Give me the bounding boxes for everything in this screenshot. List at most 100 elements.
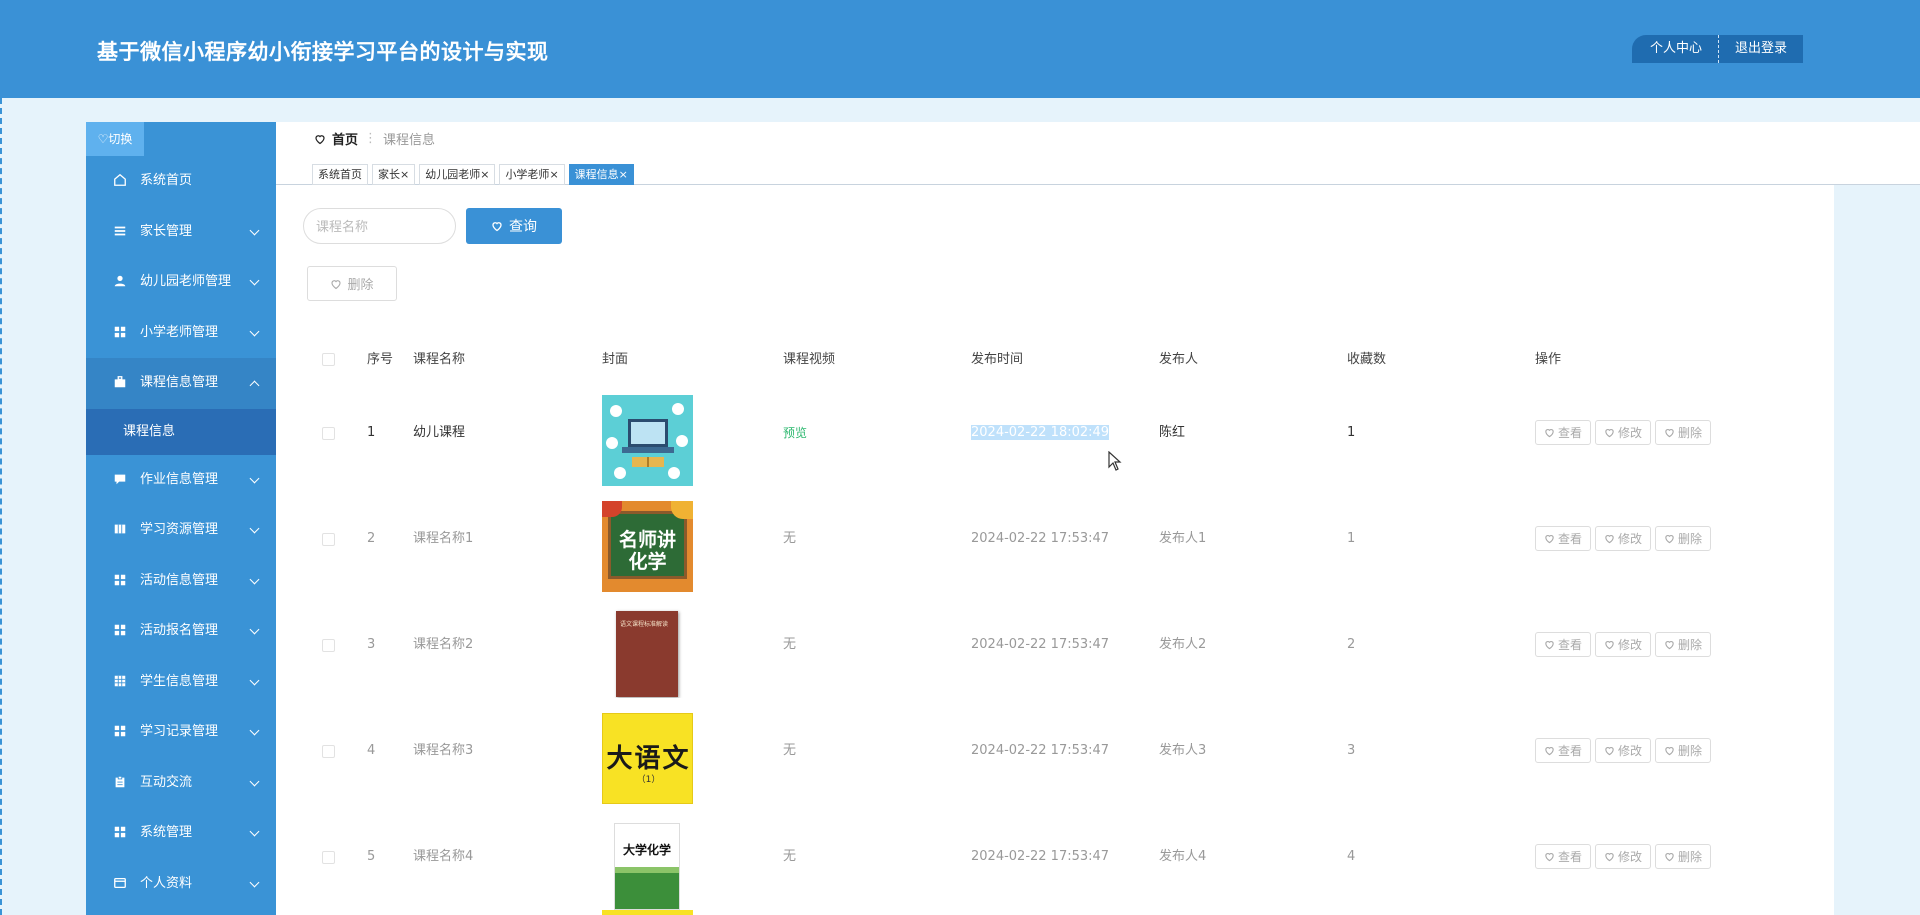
sidebar-item-label: 课程信息管理 xyxy=(140,375,219,390)
close-icon[interactable]: × xyxy=(619,168,628,181)
sidebar-item[interactable]: 活动信息管理 xyxy=(86,556,276,607)
row-checkbox[interactable] xyxy=(322,427,335,440)
chevron-down-icon xyxy=(249,574,260,584)
cover-image-partial xyxy=(602,910,693,915)
sidebar-item[interactable]: 幼儿园老师管理 xyxy=(86,257,276,308)
chevron-down-icon xyxy=(249,523,260,534)
row-checkbox[interactable] xyxy=(322,851,335,864)
delete-button[interactable]: 删除 xyxy=(1655,632,1711,657)
batch-delete-button[interactable]: 删除 xyxy=(307,266,397,301)
grid-icon xyxy=(113,724,127,738)
sidebar-subitem-course-info[interactable]: 课程信息 xyxy=(86,408,276,455)
sidebar-toggle-button[interactable]: ♡切换 xyxy=(86,122,144,156)
user-icon xyxy=(113,274,127,288)
breadcrumb-current: 课程信息 xyxy=(383,133,436,148)
chevron-down-icon xyxy=(249,473,260,483)
cover-image: 大语文 （1） xyxy=(602,713,693,804)
sidebar-item[interactable]: 小学老师管理 xyxy=(86,308,276,359)
tab[interactable]: 小学老师× xyxy=(499,164,565,185)
view-button[interactable]: 查看 xyxy=(1535,526,1591,551)
delete-button[interactable]: 删除 xyxy=(1655,420,1711,445)
sidebar-item[interactable]: 系统首页 xyxy=(86,156,276,207)
row-checkbox[interactable] xyxy=(322,533,335,546)
chevron-down-icon xyxy=(249,675,260,685)
sidebar-item[interactable]: 系统管理 xyxy=(86,808,276,859)
heart-icon xyxy=(1605,746,1614,756)
breadcrumb-bar: 首页 ⋮ 课程信息 系统首页 家长× 幼儿园老师× 小学老师× 课程信息× xyxy=(276,122,1920,185)
edit-button[interactable]: 修改 xyxy=(1595,526,1651,551)
delete-button[interactable]: 删除 xyxy=(1655,844,1711,869)
breadcrumb-home[interactable]: 首页 xyxy=(332,129,358,148)
course-name-search-input[interactable] xyxy=(303,208,456,244)
cell-favorites: 3 xyxy=(1347,743,1356,758)
logout-button[interactable]: 退出登录 xyxy=(1719,35,1804,63)
delete-button[interactable]: 删除 xyxy=(1655,738,1711,763)
view-button-label: 查看 xyxy=(1557,850,1582,864)
tab[interactable]: 家长× xyxy=(372,164,416,185)
list-icon xyxy=(113,224,127,238)
chevron-down-icon xyxy=(249,725,260,736)
edit-button-label: 修改 xyxy=(1617,850,1642,864)
tab-label: 小学老师 xyxy=(505,168,550,181)
view-button[interactable]: 查看 xyxy=(1535,632,1591,657)
cell-cover: 大语文 （1） xyxy=(602,713,693,804)
cell-publish-time: 2024-02-22 17:53:47 xyxy=(971,531,1110,546)
sidebar-item[interactable]: 学习记录管理 xyxy=(86,707,276,758)
chevron-down-icon xyxy=(249,877,260,887)
row-actions: 查看 修改 删除 xyxy=(1535,844,1711,869)
close-icon[interactable]: × xyxy=(480,168,489,181)
delete-button[interactable]: 删除 xyxy=(1655,526,1711,551)
app-title: 基于微信小程序幼小衔接学习平台的设计与实现 xyxy=(97,40,549,64)
close-icon[interactable]: × xyxy=(549,168,558,181)
cell-publish-time: 2024-02-22 17:53:47 xyxy=(971,637,1110,652)
table-row: 5 课程名称4 无 2024-02-22 17:53:47 发布人4 4 大学化学 查看 修改 删… xyxy=(276,804,1834,910)
sidebar-item[interactable]: 互动交流 xyxy=(86,758,276,809)
delete-button-label: 删除 xyxy=(1677,850,1702,864)
sidebar-item-label: 活动信息管理 xyxy=(140,572,219,588)
delete-button-label: 删除 xyxy=(1677,744,1702,758)
row-actions: 查看 修改 删除 xyxy=(1535,738,1711,763)
column-header: 发布人 xyxy=(1159,352,1199,367)
tab[interactable]: 系统首页 xyxy=(312,164,368,185)
select-all-checkbox[interactable] xyxy=(322,353,335,366)
heart-icon xyxy=(1545,746,1554,756)
sidebar-item-label: 小学老师管理 xyxy=(140,324,219,340)
tab[interactable]: 课程信息× xyxy=(568,164,634,185)
table-row: 3 课程名称2 无 2024-02-22 17:53:47 发布人2 2 语文课程标准解读查… xyxy=(276,592,1834,698)
sidebar-item[interactable]: 个人资料 xyxy=(86,859,276,910)
edit-button[interactable]: 修改 xyxy=(1595,738,1651,763)
view-button[interactable]: 查看 xyxy=(1535,738,1591,763)
row-checkbox[interactable] xyxy=(322,745,335,758)
sidebar-item[interactable]: 学习资源管理 xyxy=(86,505,276,556)
heart-icon xyxy=(1605,852,1614,862)
edit-button[interactable]: 修改 xyxy=(1595,632,1651,657)
sidebar-item[interactable]: 学生信息管理 xyxy=(86,657,276,708)
profile-center-button[interactable]: 个人中心 xyxy=(1632,35,1720,63)
row-checkbox[interactable] xyxy=(322,639,335,652)
sidebar-item[interactable]: 活动报名管理 xyxy=(86,606,276,657)
sidebar-item[interactable]: 课程信息管理 xyxy=(86,358,276,409)
tab-label: 课程信息 xyxy=(574,168,619,181)
close-icon[interactable]: × xyxy=(400,168,409,181)
view-button[interactable]: 查看 xyxy=(1535,420,1591,445)
sidebar-item-label: 学习资源管理 xyxy=(140,522,219,537)
cell-course-name: 课程名称4 xyxy=(413,849,474,864)
sidebar-item[interactable]: 作业信息管理 xyxy=(86,455,276,506)
cell-video[interactable]: 预览 xyxy=(783,380,807,486)
cover-text: 大学化学 xyxy=(622,843,671,857)
cell-publish-time: 2024-02-22 17:53:47 xyxy=(971,849,1110,864)
chevron-up-icon xyxy=(249,380,260,391)
query-button[interactable]: 查询 xyxy=(466,208,562,244)
cell-favorites: 1 xyxy=(1347,425,1356,440)
sidebar-item-label: 系统首页 xyxy=(140,173,193,188)
view-button[interactable]: 查看 xyxy=(1535,844,1591,869)
cell-cover: 大学化学 xyxy=(602,819,693,910)
tab[interactable]: 幼儿园老师× xyxy=(419,164,496,185)
sidebar-item[interactable]: 家长管理 xyxy=(86,207,276,258)
heart-icon xyxy=(1605,640,1614,650)
edit-button[interactable]: 修改 xyxy=(1595,844,1651,869)
cell-favorites: 2 xyxy=(1347,637,1356,652)
edit-button[interactable]: 修改 xyxy=(1595,420,1651,445)
view-button-label: 查看 xyxy=(1557,532,1582,546)
heart-icon xyxy=(1545,534,1554,544)
